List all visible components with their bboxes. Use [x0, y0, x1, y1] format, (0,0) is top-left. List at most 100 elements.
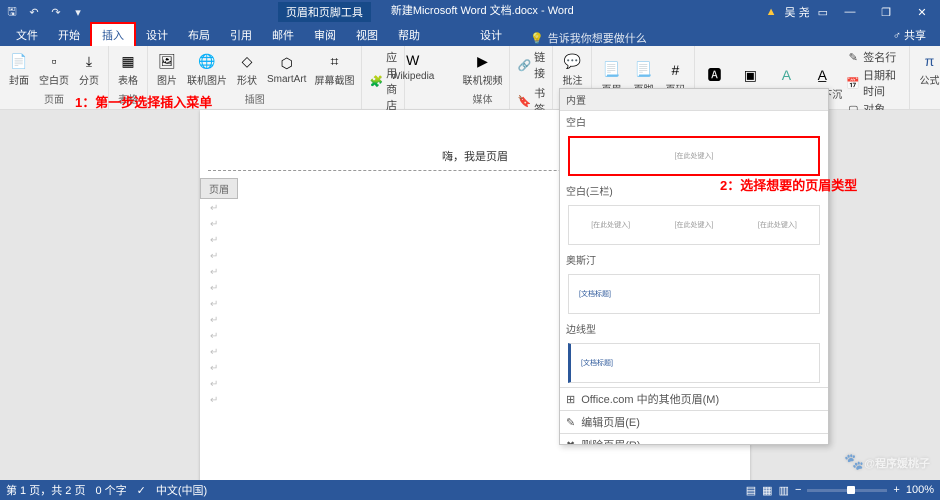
gallery-item-blank3[interactable]: [在此处键入][在此处键入][在此处键入] [568, 205, 820, 245]
page-break-button[interactable]: ⤓分页 [74, 48, 104, 90]
qat-dropdown-icon[interactable]: ▾ [70, 6, 86, 19]
tab-header-design[interactable]: 设计 [470, 24, 512, 46]
quick-access-toolbar: 🖫 ↶ ↷ ▾ [4, 3, 86, 22]
title-bar: 🖫 ↶ ↷ ▾ 页眉和页脚工具 新建Microsoft Word 文档.docx… [0, 0, 940, 24]
textbox-icon: 🅰 [704, 65, 724, 85]
save-icon[interactable]: 🖫 [4, 3, 20, 22]
zoom-level[interactable]: 100% [906, 484, 934, 496]
tell-me-text: 告诉我你想要做什么 [548, 30, 647, 46]
tab-help[interactable]: 帮助 [388, 24, 430, 46]
screenshot-button[interactable]: ⌗屏幕截图 [311, 48, 357, 90]
smartart-button[interactable]: ⬡SmartArt [264, 48, 309, 90]
tab-file[interactable]: 文件 [6, 24, 48, 46]
tab-layout[interactable]: 布局 [178, 24, 220, 46]
annotation-step1: 1：第一步选择插入菜单 [75, 92, 212, 111]
datetime-button[interactable]: 📅日期和时间 [843, 66, 905, 100]
close-button[interactable]: ✕ [908, 6, 936, 19]
link-icon: 🔗 [517, 58, 531, 72]
group-label: 插图 [245, 90, 265, 107]
group-label: 媒体 [472, 90, 492, 107]
undo-icon[interactable]: ↶ [26, 6, 42, 19]
redo-icon[interactable]: ↷ [48, 6, 64, 19]
shapes-icon: ◇ [237, 51, 257, 71]
online-video-button[interactable]: ▶联机视频 [459, 48, 505, 90]
group-links: 🔗链接 🔖书签 ↔交叉引用 链接 [510, 46, 553, 109]
contextual-tab-title: 页眉和页脚工具 [278, 2, 371, 22]
tab-references[interactable]: 引用 [220, 24, 262, 46]
header-gallery: 内置 空白 [在此处键入] 空白(三栏) [在此处键入][在此处键入][在此处键… [559, 88, 829, 445]
user-name[interactable]: 吴 尧 [785, 4, 810, 20]
wikipedia-icon: W [403, 50, 423, 70]
gallery-item-sideline[interactable]: [文档标题] [568, 343, 820, 383]
footer-icon: 📃 [633, 60, 653, 80]
read-mode-icon[interactable]: ▤ [746, 484, 756, 497]
bookmark-icon: 🔖 [517, 94, 531, 108]
tab-view[interactable]: 视图 [346, 24, 388, 46]
spell-check-icon[interactable]: ✓ [137, 484, 146, 497]
tab-mailings[interactable]: 邮件 [262, 24, 304, 46]
cover-page-icon: 📄 [9, 51, 29, 71]
ribbon-options-icon[interactable]: ▭ [818, 6, 828, 19]
remove-icon: ✖ [566, 439, 575, 446]
gallery-item-blank[interactable]: [在此处键入] [568, 136, 820, 176]
sig-icon: ✎ [846, 50, 860, 64]
equation-button[interactable]: π公式 [914, 48, 940, 90]
restore-button[interactable]: ❐ [872, 6, 900, 19]
group-label: 页面 [44, 90, 64, 107]
link-button[interactable]: 🔗链接 [514, 48, 548, 82]
comment-button[interactable]: 💬批注 [557, 48, 587, 90]
zoom-slider[interactable] [807, 489, 887, 492]
page-break-icon: ⤓ [79, 51, 99, 71]
warning-icon[interactable]: ▲ [766, 6, 777, 18]
wikipedia-button[interactable]: WWikipedia [388, 48, 437, 84]
wordart-icon: A [776, 65, 796, 85]
smartart-icon: ⬡ [277, 53, 297, 73]
minimize-button[interactable]: — [836, 6, 864, 18]
pagenum-icon: # [665, 60, 685, 80]
comment-icon: 💬 [562, 51, 582, 71]
group-addins: 🧩应用商店 ➕我的加载项 WWikipedia 加载项 [362, 46, 405, 109]
blank-page-button[interactable]: ▫空白页 [36, 48, 72, 90]
cover-page-button[interactable]: 📄封面 [4, 48, 34, 90]
print-layout-icon[interactable]: ▦ [762, 484, 772, 497]
tab-review[interactable]: 审阅 [304, 24, 346, 46]
paw-icon: 🐾 [844, 454, 864, 471]
parts-icon: ▣ [740, 65, 760, 85]
store-icon: 🧩 [369, 74, 383, 88]
table-icon: ▦ [118, 51, 138, 71]
tell-me[interactable]: 💡 告诉我你想要做什么 [530, 30, 647, 46]
picture-icon: 🖼 [157, 51, 177, 71]
group-media: ▶联机视频 媒体 [455, 46, 510, 109]
tab-insert[interactable]: 插入 [90, 22, 136, 46]
tab-design[interactable]: 设计 [136, 24, 178, 46]
online-pictures-button[interactable]: 🌐联机图片 [184, 48, 230, 90]
document-title: 新建Microsoft Word 文档.docx - Word [391, 2, 574, 22]
shapes-button[interactable]: ◇形状 [232, 48, 262, 90]
online-picture-icon: 🌐 [197, 51, 217, 71]
table-button[interactable]: ▦表格 [113, 48, 143, 90]
gallery-more-office[interactable]: ⊞Office.com 中的其他页眉(M) [560, 387, 828, 410]
screenshot-icon: ⌗ [324, 51, 344, 71]
gallery-label-austin: 奥斯汀 [560, 249, 828, 270]
zoom-out-icon[interactable]: − [795, 484, 801, 496]
share-button[interactable]: ♂ 共享 [887, 24, 932, 46]
gallery-edit-header[interactable]: ✎编辑页眉(E) [560, 410, 828, 433]
edit-icon: ✎ [566, 416, 575, 429]
language-indicator[interactable]: 中文(中国) [156, 482, 207, 498]
signature-button[interactable]: ✎签名行 [843, 48, 905, 66]
page-indicator[interactable]: 第 1 页，共 2 页 [6, 482, 85, 498]
status-bar: 第 1 页，共 2 页 0 个字 ✓ 中文(中国) ▤ ▦ ▥ − + 100% [0, 480, 940, 500]
group-symbols: π公式 Ω符号 #编号 符号 [910, 46, 940, 109]
gallery-remove-header[interactable]: ✖删除页眉(R) [560, 433, 828, 445]
zoom-in-icon[interactable]: + [893, 484, 899, 496]
gallery-item-austin[interactable]: [文档标题] [568, 274, 820, 314]
bulb-icon: 💡 [530, 32, 544, 45]
tab-home[interactable]: 开始 [48, 24, 90, 46]
pictures-button[interactable]: 🖼图片 [152, 48, 182, 90]
dropcap-icon: A̲ [812, 65, 832, 85]
gallery-label-sideline: 边线型 [560, 318, 828, 339]
web-layout-icon[interactable]: ▥ [779, 484, 789, 497]
header-tab-label: 页眉 [200, 178, 238, 199]
watermark: 🐾@程序媛桃子 [844, 451, 930, 472]
word-count[interactable]: 0 个字 [95, 482, 126, 498]
